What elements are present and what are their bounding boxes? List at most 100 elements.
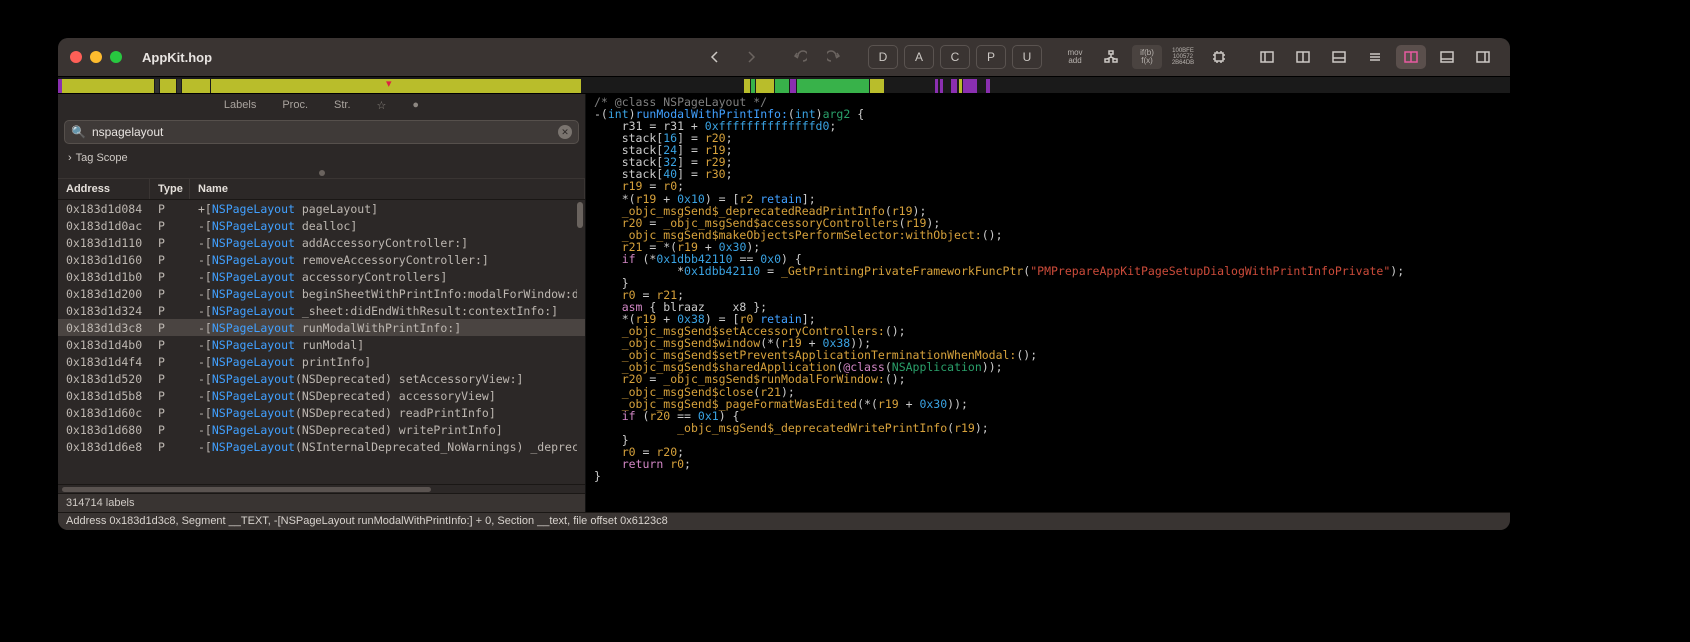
- tag-scope-label: Tag Scope: [76, 152, 128, 164]
- cell-address: 0x183d1d110: [66, 236, 158, 250]
- panel-debug-button[interactable]: [1432, 45, 1462, 69]
- cell-type: P: [158, 287, 198, 301]
- cell-name: -[NSPageLayout _sheet:didEndWithResult:c…: [198, 304, 577, 318]
- cell-address: 0x183d1d520: [66, 372, 158, 386]
- cell-name: -[NSPageLayout dealloc]: [198, 219, 577, 233]
- minimize-icon[interactable]: [90, 51, 102, 63]
- chevron-right-icon: ›: [68, 152, 72, 164]
- table-row[interactable]: 0x183d1d60cP-[NSPageLayout(NSDeprecated)…: [58, 404, 585, 421]
- table-row[interactable]: 0x183d1d110P-[NSPageLayout addAccessoryC…: [58, 234, 585, 251]
- table-row[interactable]: 0x183d1d084P+[NSPageLayout pageLayout]: [58, 200, 585, 217]
- table-row[interactable]: 0x183d1d4f4P-[NSPageLayout printInfo]: [58, 353, 585, 370]
- window-title: AppKit.hop: [142, 50, 212, 65]
- cell-address: 0x183d1d3c8: [66, 321, 158, 335]
- search-input[interactable]: [92, 125, 552, 139]
- cell-type: P: [158, 321, 198, 335]
- tab-str[interactable]: Str.: [330, 97, 355, 113]
- table-row[interactable]: 0x183d1d160P-[NSPageLayout removeAccesso…: [58, 251, 585, 268]
- toolbar: D A C P U mov add if(b) f(x) 100BFE 1005…: [700, 45, 1498, 69]
- cell-name: +[NSPageLayout pageLayout]: [198, 202, 577, 216]
- table-row[interactable]: 0x183d1d200P-[NSPageLayout beginSheetWit…: [58, 285, 585, 302]
- mode-proc-button[interactable]: P: [976, 45, 1006, 69]
- navigation-bar[interactable]: ▾: [58, 76, 1510, 94]
- star-icon[interactable]: ☆: [373, 97, 391, 114]
- nav-back-button[interactable]: [700, 45, 730, 69]
- table-body: 0x183d1d084P+[NSPageLayout pageLayout]0x…: [58, 200, 585, 484]
- cell-name: -[NSPageLayout(NSDeprecated) accessoryVi…: [198, 389, 577, 403]
- table-row[interactable]: 0x183d1d4b0P-[NSPageLayout runModal]: [58, 336, 585, 353]
- cell-type: P: [158, 202, 198, 216]
- cell-type: P: [158, 355, 198, 369]
- table-row[interactable]: 0x183d1d680P-[NSPageLayout(NSDeprecated)…: [58, 421, 585, 438]
- table-row[interactable]: 0x183d1d5b8P-[NSPageLayout(NSDeprecated)…: [58, 387, 585, 404]
- mode-undef-button[interactable]: U: [1012, 45, 1042, 69]
- zoom-icon[interactable]: [110, 51, 122, 63]
- table-header: Address Type Name: [58, 178, 585, 200]
- splitter-handle[interactable]: [58, 168, 585, 178]
- cell-name: -[NSPageLayout removeAccessoryController…: [198, 253, 577, 267]
- cell-address: 0x183d1d160: [66, 253, 158, 267]
- col-type[interactable]: Type: [150, 179, 190, 199]
- table-row[interactable]: 0x183d1d520P-[NSPageLayout(NSDeprecated)…: [58, 370, 585, 387]
- table-row[interactable]: 0x183d1d6e8P-[NSPageLayout(NSInternalDep…: [58, 438, 585, 455]
- redo-button: [820, 45, 850, 69]
- clear-search-icon[interactable]: ✕: [558, 125, 572, 139]
- cpu-icon[interactable]: [1204, 45, 1234, 69]
- panel-list-button[interactable]: [1360, 45, 1390, 69]
- horizontal-scrollbar[interactable]: [58, 484, 585, 493]
- sidebar-tabs: Labels Proc. Str. ☆ ●: [58, 94, 585, 116]
- cell-address: 0x183d1d0ac: [66, 219, 158, 233]
- cell-address: 0x183d1d324: [66, 304, 158, 318]
- hex-view-button[interactable]: 100BFE 100572 2B64DB: [1168, 45, 1198, 69]
- tag-icon[interactable]: ●: [408, 97, 423, 113]
- search-field[interactable]: 🔍 ✕: [64, 120, 579, 144]
- panel-left-button[interactable]: [1252, 45, 1282, 69]
- cell-type: P: [158, 338, 198, 352]
- table-row[interactable]: 0x183d1d1b0P-[NSPageLayout accessoryCont…: [58, 268, 585, 285]
- cell-type: P: [158, 440, 198, 454]
- symbols-table: Address Type Name 0x183d1d084P+[NSPageLa…: [58, 178, 585, 493]
- cell-name: -[NSPageLayout runModalWithPrintInfo:]: [198, 321, 577, 335]
- panel-split-button[interactable]: [1288, 45, 1318, 69]
- asm-view-button[interactable]: mov add: [1060, 45, 1090, 69]
- vertical-scrollbar[interactable]: [577, 202, 583, 228]
- cell-name: -[NSPageLayout accessoryControllers]: [198, 270, 577, 284]
- col-address[interactable]: Address: [58, 179, 150, 199]
- cell-address: 0x183d1d60c: [66, 406, 158, 420]
- mode-code-button[interactable]: C: [940, 45, 970, 69]
- cell-name: -[NSPageLayout addAccessoryController:]: [198, 236, 577, 250]
- search-icon: 🔍: [71, 125, 86, 139]
- mode-ascii-button[interactable]: A: [904, 45, 934, 69]
- cell-type: P: [158, 423, 198, 437]
- panel-right-button[interactable]: [1468, 45, 1498, 69]
- cell-address: 0x183d1d5b8: [66, 389, 158, 403]
- cell-type: P: [158, 270, 198, 284]
- table-row[interactable]: 0x183d1d324P-[NSPageLayout _sheet:didEnd…: [58, 302, 585, 319]
- cfg-view-button[interactable]: [1096, 45, 1126, 69]
- cell-name: -[NSPageLayout printInfo]: [198, 355, 577, 369]
- cell-type: P: [158, 406, 198, 420]
- nav-marker-icon: ▾: [386, 77, 392, 90]
- col-name[interactable]: Name: [190, 179, 585, 199]
- cell-address: 0x183d1d1b0: [66, 270, 158, 284]
- cell-address: 0x183d1d6e8: [66, 440, 158, 454]
- tab-labels[interactable]: Labels: [220, 97, 260, 113]
- panel-highlight-button[interactable]: [1396, 45, 1426, 69]
- cell-name: -[NSPageLayout(NSDeprecated) writePrintI…: [198, 423, 577, 437]
- tab-proc[interactable]: Proc.: [278, 97, 312, 113]
- table-row[interactable]: 0x183d1d0acP-[NSPageLayout dealloc]: [58, 217, 585, 234]
- pseudo-view-button[interactable]: if(b) f(x): [1132, 45, 1162, 69]
- code-panel: /* @class NSPageLayout */ -(int)runModal…: [586, 94, 1510, 512]
- cell-name: -[NSPageLayout beginSheetWithPrintInfo:m…: [198, 287, 577, 301]
- cell-type: P: [158, 236, 198, 250]
- panel-bottom-button[interactable]: [1324, 45, 1354, 69]
- table-row[interactable]: 0x183d1d3c8P-[NSPageLayout runModalWithP…: [58, 319, 585, 336]
- cell-name: -[NSPageLayout runModal]: [198, 338, 577, 352]
- cell-address: 0x183d1d084: [66, 202, 158, 216]
- code-view[interactable]: /* @class NSPageLayout */ -(int)runModal…: [586, 94, 1510, 512]
- mode-data-button[interactable]: D: [868, 45, 898, 69]
- close-icon[interactable]: [70, 51, 82, 63]
- tag-scope-row[interactable]: › Tag Scope: [58, 148, 585, 168]
- cell-address: 0x183d1d680: [66, 423, 158, 437]
- cell-type: P: [158, 219, 198, 233]
